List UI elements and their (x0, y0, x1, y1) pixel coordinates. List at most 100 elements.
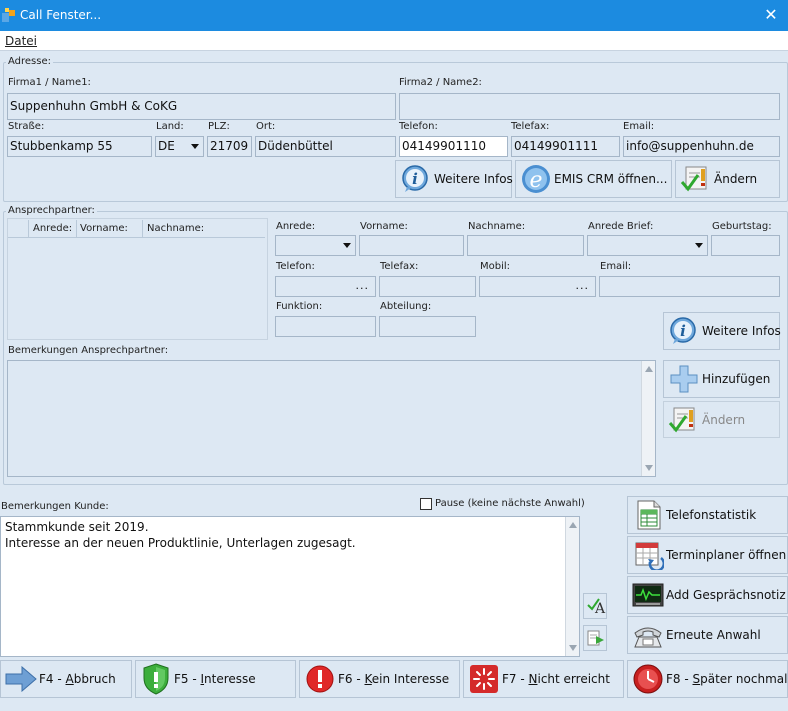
call-window: Call Fenster... ✕ Datei Adresse: Firma1 … (0, 0, 788, 711)
firma2-field[interactable] (399, 93, 780, 120)
svg-text:e: e (529, 168, 542, 193)
ap-telefon-field[interactable]: ... (275, 276, 376, 297)
strasse-field[interactable]: Stubbenkamp 55 (7, 136, 152, 157)
firma2-label: Firma2 / Name2: (399, 77, 482, 88)
kunde-bemerkungen-text: Stammkunde seit 2019. Interesse an der n… (5, 520, 356, 550)
chevron-down-icon (343, 243, 351, 248)
ap-abteilung-field[interactable] (379, 316, 476, 337)
telefon-field[interactable]: 04149901110 (399, 136, 508, 157)
f4-accesskey: A (65, 672, 74, 686)
f6-prefix: F6 - (338, 672, 365, 686)
telefonstatistik-button[interactable]: Telefonstatistik (627, 496, 788, 534)
insert-text-icon (587, 630, 604, 646)
info-icon: i (402, 165, 428, 192)
ap-aendern-label: Ändern (702, 412, 746, 427)
loading-icon (470, 665, 498, 693)
calendar-icon (635, 542, 664, 570)
menu-datei[interactable]: Datei (5, 34, 37, 48)
ort-field[interactable]: Düdenbüttel (255, 136, 396, 157)
ap-abteilung-label: Abteilung: (380, 301, 432, 312)
ap-funktion-field[interactable] (275, 316, 376, 337)
terminplaner-button[interactable]: Terminplaner öffnen (627, 536, 788, 574)
f7-nicht-erreicht-button[interactable]: F7 - Nicht erreicht (463, 660, 624, 698)
info-icon: i (670, 317, 696, 344)
edit-check-icon (680, 166, 707, 192)
ap-geburtstag-label: Geburtstag: (712, 221, 772, 232)
svg-text:i: i (412, 170, 418, 188)
land-select[interactable]: DE (155, 136, 204, 157)
monitor-icon (632, 583, 664, 607)
col-nachname[interactable]: Nachname: (147, 223, 204, 234)
weitere-infos-button[interactable]: i Weitere Infos (395, 160, 513, 198)
edit-check-icon (668, 407, 695, 432)
f8-spaeter-nochmals-button[interactable]: F8 - Später nochmals (627, 660, 788, 698)
f4-prefix: F4 - (39, 672, 66, 686)
window-title: Call Fenster... (20, 8, 102, 22)
emis-crm-button[interactable]: e EMIS CRM öffnen... (515, 160, 672, 198)
f5-interesse-button[interactable]: F5 - Interesse (135, 660, 296, 698)
ap-aendern-button[interactable]: Ändern (663, 401, 780, 438)
title-bar: Call Fenster... ✕ (0, 0, 788, 31)
firma1-label: Firma1 / Name1: (8, 77, 91, 88)
f5-rest: nteresse (204, 672, 256, 686)
f7-rest: icht erreicht (537, 672, 610, 686)
menu-bar: Datei (0, 31, 788, 51)
kunde-bemerkungen-textarea[interactable]: Stammkunde seit 2019. Interesse an der n… (0, 516, 580, 657)
erneute-anwahl-button[interactable]: Erneute Anwahl (627, 616, 788, 654)
hinzufuegen-label: Hinzufügen (702, 372, 771, 386)
ap-telefon-more-button[interactable]: ... (356, 277, 370, 295)
ap-vorname-field[interactable] (359, 235, 464, 256)
scroll-up-icon[interactable] (645, 366, 653, 372)
f5-interesse-label: F5 - Interesse (174, 672, 256, 686)
ap-email-field[interactable] (599, 276, 780, 297)
ap-mobil-more-button[interactable]: ... (576, 277, 590, 295)
telefonstatistik-label: Telefonstatistik (666, 508, 757, 522)
emis-logo-icon: e (522, 165, 550, 193)
ap-bemerkungen-scrollbar[interactable] (641, 361, 655, 476)
ap-telefax-field[interactable] (379, 276, 476, 297)
weitere-infos-label: Weitere Infos (434, 172, 513, 186)
spellcheck-button[interactable]: A (583, 593, 607, 619)
scroll-up-icon[interactable] (569, 522, 577, 528)
arrow-right-icon (5, 666, 37, 692)
erneute-anwahl-label: Erneute Anwahl (666, 628, 761, 642)
pause-checkbox[interactable] (420, 498, 432, 510)
telefax-field[interactable]: 04149901111 (511, 136, 620, 157)
scroll-down-icon[interactable] (569, 645, 577, 651)
ap-anrede-select[interactable] (275, 235, 356, 256)
ap-bemerkungen-label: Bemerkungen Ansprechpartner: (8, 345, 169, 356)
col-anrede[interactable]: Anrede: (33, 223, 72, 234)
firma1-field[interactable]: Suppenhuhn GmbH & CoKG (7, 93, 396, 120)
plz-field[interactable]: 21709 (207, 136, 252, 157)
chevron-down-icon (695, 243, 703, 248)
f8-spaeter-nochmals-label: F8 - Später nochmals (666, 672, 788, 686)
ap-geburtstag-field[interactable] (711, 235, 780, 256)
close-button[interactable]: ✕ (754, 0, 788, 31)
spellcheck-icon: A (587, 598, 606, 616)
f7-prefix: F7 - (502, 672, 529, 686)
hinzufuegen-button[interactable]: Hinzufügen (663, 360, 780, 398)
insert-text-button[interactable] (583, 625, 607, 651)
plus-icon (670, 365, 698, 393)
ap-nachname-field[interactable] (467, 235, 584, 256)
ap-weitere-infos-label: Weitere Infos (702, 324, 781, 338)
ap-anrede-label: Anrede: (276, 221, 316, 232)
plz-label: PLZ: (208, 121, 230, 132)
ap-bemerkungen-textarea[interactable] (7, 360, 656, 477)
f8-prefix: F8 - (666, 672, 693, 686)
col-vorname[interactable]: Vorname: (80, 223, 128, 234)
emis-crm-label: EMIS CRM öffnen... (554, 172, 668, 186)
f6-rest: ein Interesse (371, 672, 450, 686)
ap-weitere-infos-button[interactable]: i Weitere Infos (663, 312, 781, 350)
telefax-label: Telefax: (511, 121, 550, 132)
ap-anrede-brief-select[interactable] (587, 235, 708, 256)
terminplaner-label: Terminplaner öffnen (666, 548, 787, 562)
scroll-down-icon[interactable] (645, 465, 653, 471)
ap-mobil-field[interactable]: ... (479, 276, 596, 297)
email-field[interactable]: info@suppenhuhn.de (623, 136, 780, 157)
kunde-bemerkungen-scrollbar[interactable] (565, 517, 579, 656)
adresse-aendern-button[interactable]: Ändern (675, 160, 780, 198)
f4-abbruch-button[interactable]: F4 - Abbruch (0, 660, 132, 698)
gespraechsnotiz-button[interactable]: Add Gesprächsnotiz (627, 576, 788, 614)
f6-kein-interesse-button[interactable]: F6 - Kein Interesse (299, 660, 460, 698)
